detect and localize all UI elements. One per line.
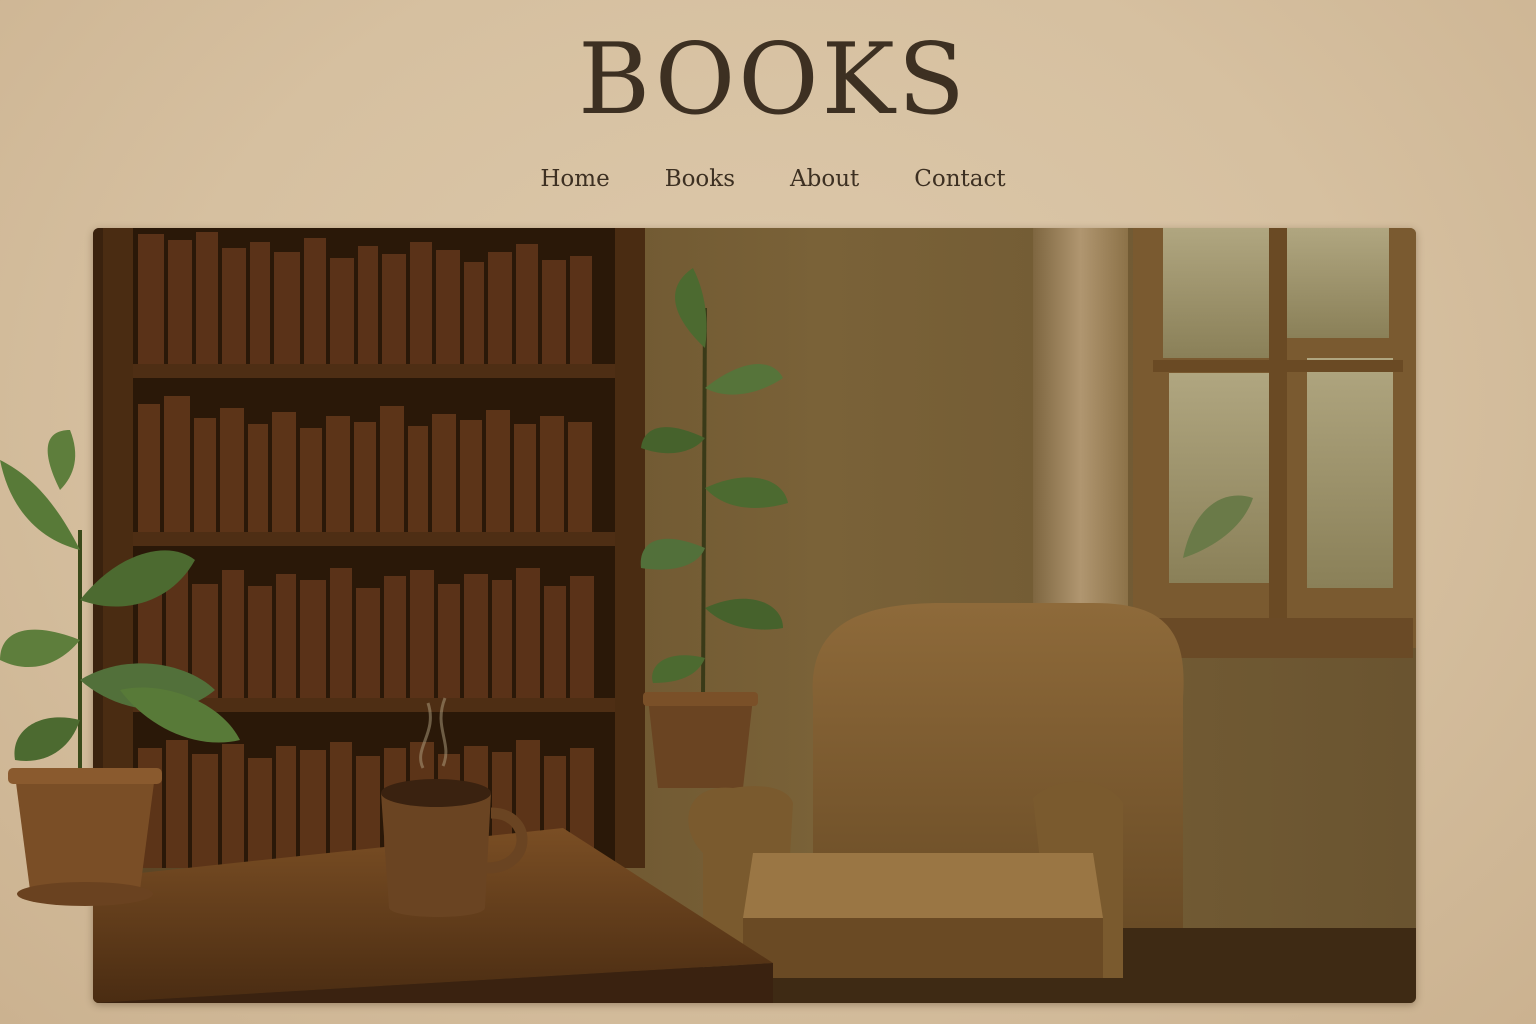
nav-home-link[interactable]: Home <box>540 166 609 192</box>
main-nav: Home Books About Contact <box>0 166 1536 192</box>
reading-room-illustration <box>93 228 1416 1003</box>
hero-image <box>93 228 1416 1003</box>
nav-contact-link[interactable]: Contact <box>914 166 1005 192</box>
curtain <box>1033 228 1128 618</box>
nav-about-link[interactable]: About <box>790 166 859 192</box>
window <box>1113 228 1416 658</box>
nav-books-link[interactable]: Books <box>665 166 735 192</box>
bookshelf <box>93 228 645 868</box>
site-title: BOOKS <box>578 23 968 137</box>
